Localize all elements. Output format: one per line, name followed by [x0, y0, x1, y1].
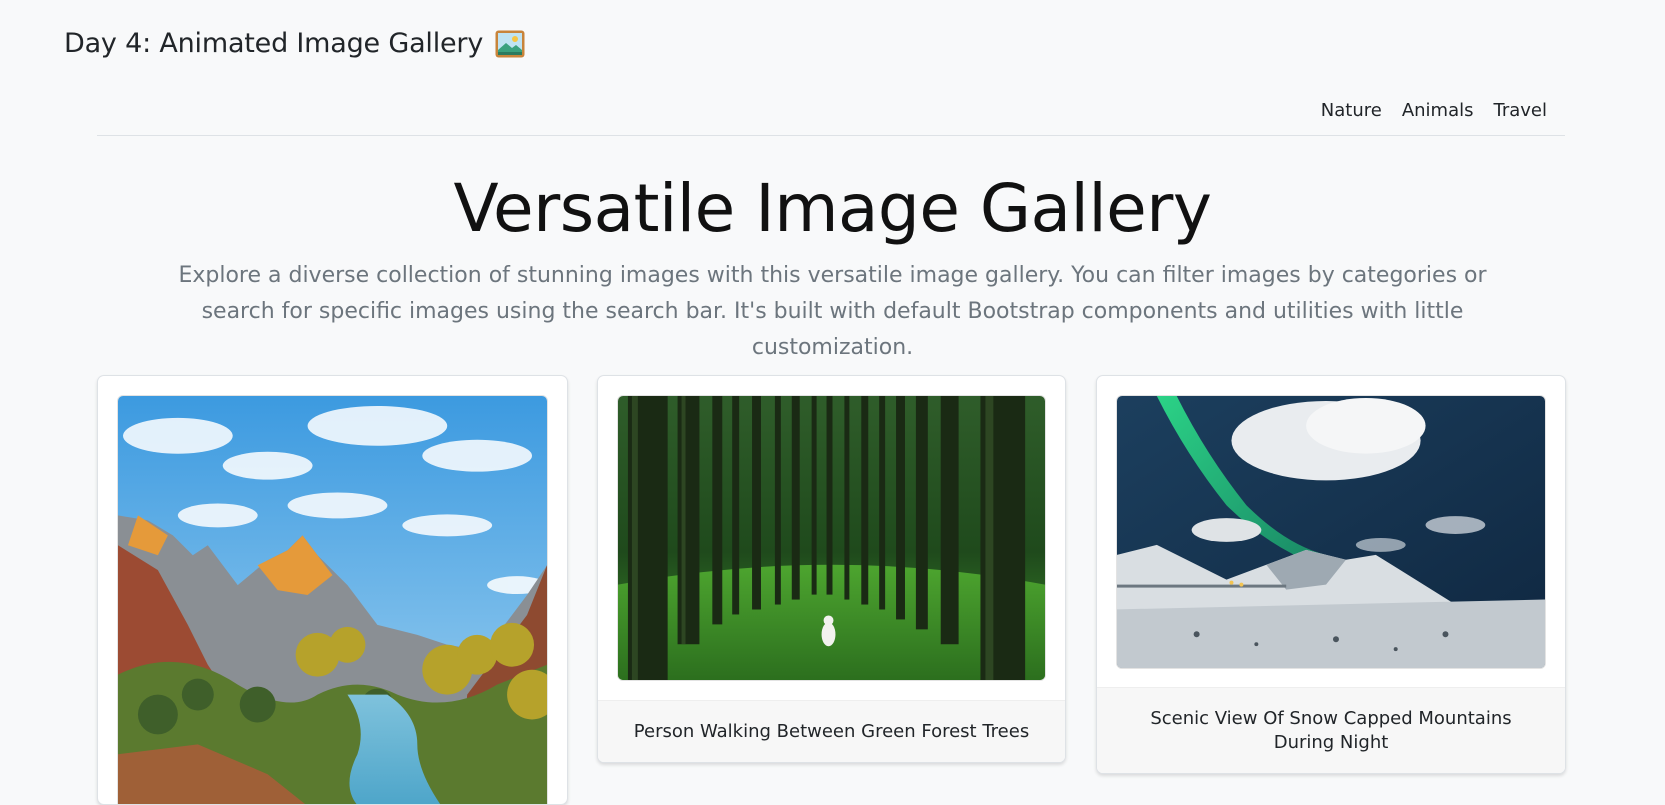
- framed-picture-icon: [495, 30, 525, 58]
- hero-description: Explore a diverse collection of stunning…: [178, 263, 1487, 360]
- snow-mountains-aurora-image[interactable]: [1116, 395, 1546, 669]
- hero-title: Versatile Image Gallery: [453, 170, 1212, 247]
- nav-link-animals[interactable]: Animals: [1402, 100, 1474, 121]
- nav-link-travel[interactable]: Travel: [1493, 100, 1547, 121]
- gallery-card-canyon[interactable]: [97, 375, 568, 805]
- canyon-river-image[interactable]: [117, 395, 548, 804]
- aurora-card-caption: Scenic View Of Snow Capped Mountains Dur…: [1097, 687, 1565, 773]
- gallery-card-forest[interactable]: Person Walking Between Green Forest Tree…: [597, 375, 1066, 763]
- page-title-text: Day 4: Animated Image Gallery: [64, 28, 484, 59]
- nav-link-nature[interactable]: Nature: [1321, 100, 1382, 121]
- top-navbar: Nature Animals Travel: [97, 96, 1565, 136]
- nav-links: Nature Animals Travel: [1321, 100, 1547, 121]
- page-title: Day 4: Animated Image Gallery: [64, 28, 525, 59]
- gallery-card-aurora[interactable]: Scenic View Of Snow Capped Mountains Dur…: [1096, 375, 1566, 774]
- forest-card-caption: Person Walking Between Green Forest Tree…: [598, 700, 1065, 762]
- green-forest-image[interactable]: [617, 395, 1046, 681]
